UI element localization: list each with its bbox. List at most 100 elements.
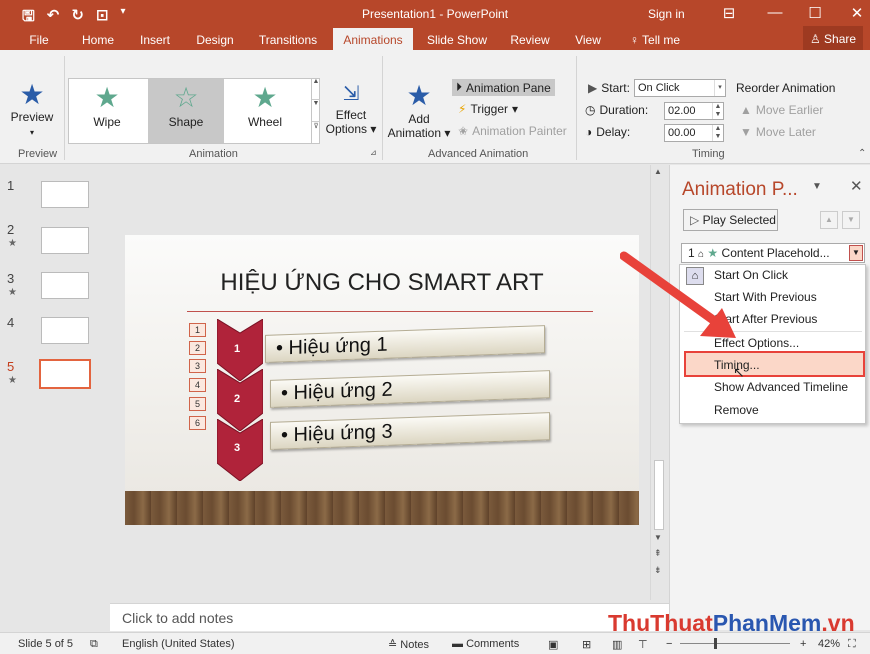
animation-painter-button[interactable]: ✬ Animation Painter xyxy=(458,124,567,138)
maximize-button[interactable]: ☐ xyxy=(800,4,830,22)
notes-pane[interactable]: Click to add notes xyxy=(110,603,670,631)
item-dropdown-icon[interactable]: ▼ xyxy=(849,245,863,261)
fit-to-window-icon[interactable]: ⛶ xyxy=(848,638,856,651)
tab-file[interactable]: File xyxy=(24,30,54,50)
smartart-item-2[interactable]: • Hiệu ứng 2 xyxy=(270,370,550,408)
previous-slide-icon[interactable]: ⇞ xyxy=(654,548,662,559)
slide-thumbnail-1[interactable] xyxy=(41,181,89,208)
slide-thumbnail-5[interactable] xyxy=(39,359,91,389)
tab-slide-show[interactable]: Slide Show xyxy=(424,30,490,50)
start-dropdown[interactable]: On Click ▾ xyxy=(634,79,726,97)
effect-options-button[interactable]: ⇲ Effect Options ▾ xyxy=(324,80,378,136)
gallery-item-shape[interactable]: ☆ Shape xyxy=(148,79,224,143)
animation-painter-label: Animation Painter xyxy=(472,124,567,138)
trigger-label: Trigger xyxy=(470,102,509,116)
gallery-scrollbar[interactable]: ▲ ▼ ⊽ xyxy=(311,78,320,144)
zoom-slider-thumb[interactable] xyxy=(714,638,717,649)
chevron-down-icon[interactable]: ▾ xyxy=(714,80,725,96)
scroll-up-icon[interactable]: ▲ xyxy=(654,167,662,176)
delay-value: 00.00 xyxy=(668,127,696,139)
share-button[interactable]: ♙ Share xyxy=(803,26,863,52)
tab-view[interactable]: View xyxy=(570,30,606,50)
smartart-item-1[interactable]: • Hiệu ứng 1 xyxy=(265,325,545,363)
animation-pane-icon: ⏵ xyxy=(456,80,463,94)
animation-group-label: Animation xyxy=(189,148,238,160)
tab-insert[interactable]: Insert xyxy=(135,30,175,50)
duration-label: ◷ Duration: xyxy=(585,103,648,117)
spin-arrows[interactable]: ▲ ▼ xyxy=(712,103,723,119)
animation-pane-title: Animation P... xyxy=(682,179,798,200)
tab-home[interactable]: Home xyxy=(76,30,120,50)
language-status[interactable]: English (United States) xyxy=(122,638,235,650)
zoom-out-icon[interactable]: − xyxy=(666,638,672,650)
play-selected-button[interactable]: ▷ Play Selected xyxy=(683,209,778,231)
tab-tell-me[interactable]: ♀ Tell me xyxy=(620,30,690,50)
number-box: 4 xyxy=(189,378,206,392)
spin-arrows[interactable]: ▲ ▼ xyxy=(712,125,723,141)
close-button[interactable]: ✕ xyxy=(842,4,870,22)
tab-animations[interactable]: Animations xyxy=(333,28,413,50)
delay-field[interactable]: 00.00 ▲ ▼ xyxy=(664,124,724,142)
preview-button[interactable]: ★ Preview ▾ xyxy=(4,80,60,140)
add-animation-button[interactable]: ★ Add Animation ▾ xyxy=(384,80,454,140)
notes-label: Notes xyxy=(400,639,430,651)
reading-view-icon[interactable]: ▥ xyxy=(612,638,622,651)
start-label: ▶ Start: xyxy=(588,81,630,95)
gallery-item-wheel[interactable]: ★ Wheel xyxy=(227,79,303,143)
slide-number: 1 xyxy=(7,178,15,193)
zoom-slider[interactable] xyxy=(680,643,790,644)
comments-label: Comments xyxy=(466,638,520,650)
normal-view-icon[interactable]: ▣ xyxy=(548,638,558,651)
zoom-in-icon[interactable]: + xyxy=(800,638,806,650)
slide-sorter-icon[interactable]: ⊞ xyxy=(582,638,591,651)
watermark-part-1: ThuThuat xyxy=(608,610,713,636)
menu-item-remove[interactable]: Remove xyxy=(714,403,759,417)
animation-star-icon: ★ xyxy=(8,287,17,298)
animation-pane-button[interactable]: ⏵ Animation Pane xyxy=(452,79,555,96)
clock-icon: ◷ xyxy=(585,103,596,117)
smartart-item-3[interactable]: • Hiệu ứng 3 xyxy=(270,412,550,450)
share-label: Share xyxy=(824,32,857,46)
slide-thumbnail-4[interactable] xyxy=(41,317,89,344)
pane-close-icon[interactable]: ✕ xyxy=(850,177,863,195)
spellcheck-icon[interactable]: ⧉ xyxy=(90,638,98,651)
sign-in-link[interactable]: Sign in xyxy=(648,7,685,21)
zoom-level[interactable]: 42% xyxy=(818,638,840,650)
slide-title[interactable]: HIỆU ỨNG CHO SMART ART xyxy=(125,269,639,297)
animation-star-icon: ★ xyxy=(8,238,17,249)
slide-thumbnail-2[interactable] xyxy=(41,227,89,254)
trigger-button[interactable]: ⚡ Trigger ▾ xyxy=(458,102,518,116)
wheel-star-icon: ★ xyxy=(252,82,278,113)
slide-number: 4 xyxy=(7,315,15,330)
add-animation-icon: ★ xyxy=(406,80,432,111)
notes-toggle[interactable]: ≙ Notes xyxy=(388,638,429,651)
ribbon-display-icon[interactable]: ⊟ xyxy=(714,4,744,22)
scroll-down-icon[interactable]: ▼ xyxy=(654,533,662,542)
number-box: 3 xyxy=(189,359,206,373)
wheel-label: Wheel xyxy=(247,115,282,129)
slide[interactable]: HIỆU ỨNG CHO SMART ART 1 2 3 4 5 6 1 2 3… xyxy=(125,235,639,525)
gallery-item-wipe[interactable]: ★ Wipe xyxy=(69,79,145,143)
slide-scrollbar[interactable]: ▲ ▼ ⇞ ⇟ xyxy=(650,165,667,600)
move-later-button[interactable]: ▼ Move Later xyxy=(740,125,816,139)
pane-options-icon[interactable]: ▼ xyxy=(812,181,822,192)
collapse-ribbon-icon[interactable]: ⌃ xyxy=(858,148,866,159)
next-slide-icon[interactable]: ⇟ xyxy=(654,565,662,576)
move-earlier-button[interactable]: ▲ Move Earlier xyxy=(740,103,823,117)
minimize-button[interactable]: — xyxy=(760,4,790,21)
scroll-thumb[interactable] xyxy=(654,460,664,530)
tab-transitions[interactable]: Transitions xyxy=(254,30,322,50)
move-up-icon[interactable]: ▲ xyxy=(820,211,838,229)
comments-toggle[interactable]: ▬ Comments xyxy=(452,638,519,650)
dialog-launcher-icon[interactable]: ⊿ xyxy=(370,148,377,157)
slide-thumbnail-3[interactable] xyxy=(41,272,89,299)
tab-review[interactable]: Review xyxy=(505,30,555,50)
duration-field[interactable]: 02.00 ▲ ▼ xyxy=(664,102,724,120)
move-down-icon[interactable]: ▼ xyxy=(842,211,860,229)
watermark: ThuThuatPhanMem.vn xyxy=(608,610,855,637)
tab-design[interactable]: Design xyxy=(192,30,238,50)
duration-label-text: Duration: xyxy=(599,103,649,117)
divider xyxy=(64,56,65,160)
slideshow-view-icon[interactable]: ⊤ xyxy=(638,638,648,651)
menu-item-show-advanced-timeline[interactable]: Show Advanced Timeline xyxy=(714,380,848,394)
